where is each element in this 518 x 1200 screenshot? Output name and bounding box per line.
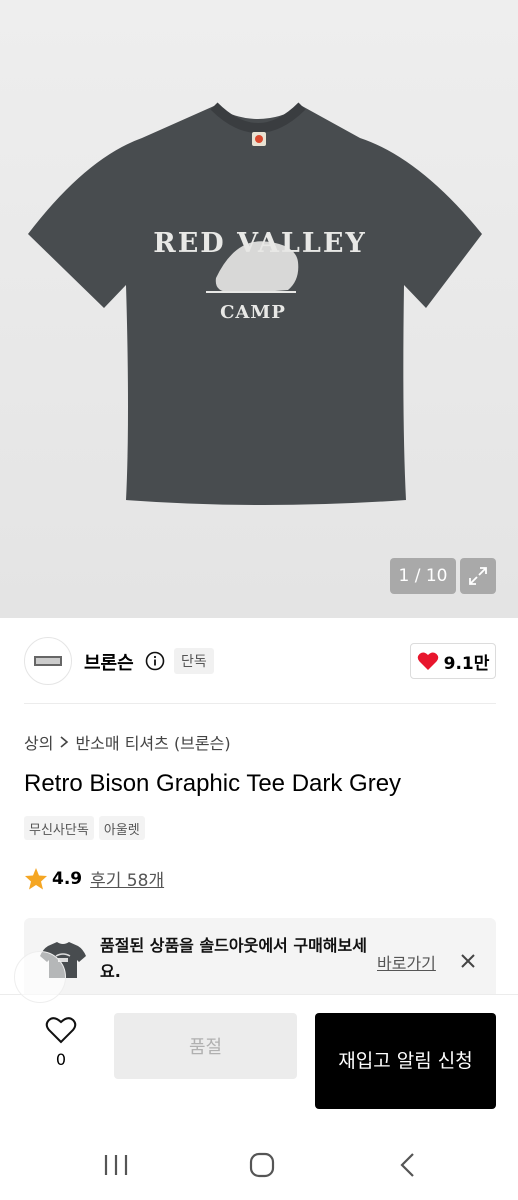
wishlist-count: 0 — [55, 1050, 67, 1069]
expand-icon — [469, 567, 487, 585]
brand-row: 브론슨 단독 9.1만 — [0, 618, 518, 704]
brand-logo[interactable] — [24, 637, 72, 685]
info-icon[interactable] — [145, 651, 165, 671]
image-counter: 1 / 10 — [390, 558, 456, 594]
product-image-carousel[interactable]: RED VALLEY CAMP 1 / 10 — [0, 0, 518, 618]
rating: 4.9 후기 58개 — [24, 866, 164, 891]
home-icon — [249, 1152, 275, 1178]
heart-outline-icon — [45, 1017, 77, 1044]
home-button[interactable] — [242, 1148, 282, 1182]
brand-like-button[interactable]: 9.1만 — [410, 643, 496, 679]
floating-button[interactable] — [14, 951, 66, 1003]
recent-apps-button[interactable] — [96, 1148, 136, 1182]
system-nav-bar — [0, 1130, 518, 1200]
restock-alert-button[interactable]: 재입고 알림 신청 — [315, 1013, 496, 1109]
brand-like-count: 9.1만 — [443, 653, 490, 674]
back-button[interactable] — [388, 1148, 428, 1182]
star-icon — [25, 868, 47, 890]
brand-name[interactable]: 브론슨 — [84, 649, 134, 675]
banner-text: 품절된 상품을 솔드아웃에서 구매해보세요. — [100, 936, 367, 981]
heart-icon — [417, 652, 438, 670]
back-icon — [400, 1153, 414, 1177]
chevron-right-icon — [60, 736, 69, 748]
expand-button[interactable] — [460, 558, 496, 594]
soldout-banner: 품절된 상품을 솔드아웃에서 구매해보세요. 바로가기 — [24, 918, 496, 1004]
product-tags: 무신사단독 아울렛 — [24, 816, 145, 840]
soldout-button[interactable]: 품절 — [114, 1013, 297, 1079]
exclusive-badge: 단독 — [174, 648, 214, 674]
banner-link[interactable]: 바로가기 — [377, 950, 436, 974]
close-icon[interactable] — [458, 951, 478, 971]
shirt-print-text: RED VALLEY — [153, 228, 366, 259]
tag-exclusive: 무신사단독 — [24, 816, 94, 840]
product-photo: RED VALLEY CAMP — [28, 102, 482, 505]
breadcrumb-subcategory[interactable]: 반소매 티셔츠 (브론슨) — [75, 730, 230, 754]
breadcrumb-category[interactable]: 상의 — [24, 730, 53, 754]
product-title: Retro Bison Graphic Tee Dark Grey — [24, 770, 402, 797]
wishlist-button[interactable]: 0 — [40, 1016, 82, 1069]
review-count-link[interactable]: 후기 58개 — [90, 866, 164, 891]
recent-apps-icon — [104, 1155, 128, 1175]
brand-logo-mark — [34, 656, 62, 666]
shirt-print-subtext: CAMP — [220, 302, 286, 323]
tag-outlet: 아울렛 — [98, 816, 145, 840]
rating-score: 4.9 — [52, 868, 83, 889]
divider — [24, 703, 496, 704]
breadcrumb: 상의 반소매 티셔츠 (브론슨) — [24, 730, 231, 754]
